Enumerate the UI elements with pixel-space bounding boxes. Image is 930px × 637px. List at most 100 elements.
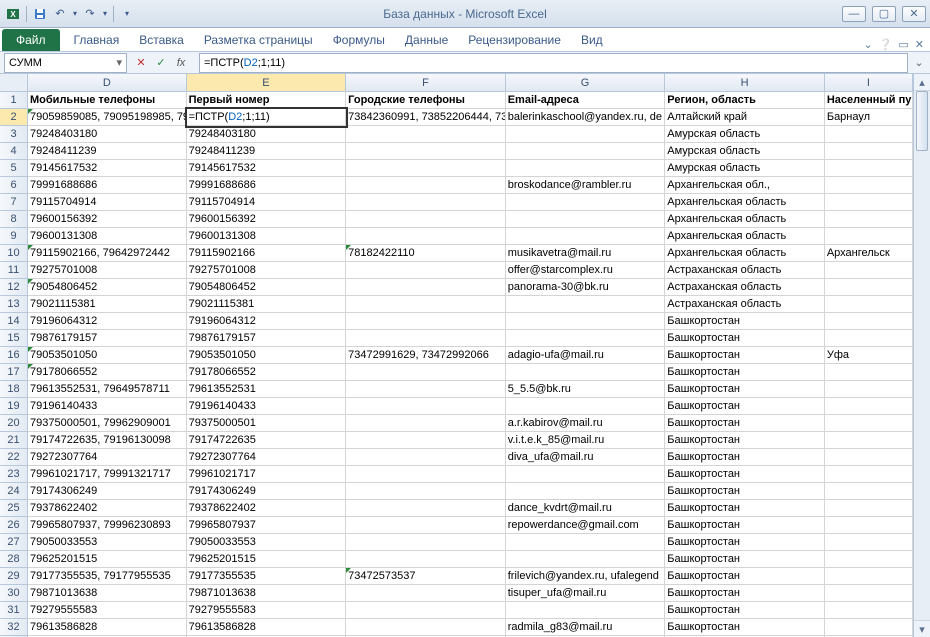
row-header[interactable]: 10 [0,245,28,262]
row-header[interactable]: 11 [0,262,28,279]
ribbon-min-icon[interactable]: ▭ [898,38,908,51]
row-header[interactable]: 24 [0,483,28,500]
row-header[interactable]: 26 [0,517,28,534]
cell[interactable] [346,449,506,466]
cell[interactable]: 79248411239 [28,143,187,160]
cell[interactable]: 79177355535, 79177955535 [28,568,187,585]
cell[interactable] [825,449,913,466]
cell[interactable]: adagio-ufa@mail.ru [506,347,666,364]
ribbon-tab-insert[interactable]: Вставка [129,29,194,51]
row-header[interactable]: 5 [0,160,28,177]
cell[interactable] [825,432,913,449]
cell[interactable]: Архангельская область [665,228,825,245]
cell[interactable]: =ПСТР(D2;1;11) [187,109,347,126]
cell[interactable] [825,126,913,143]
maximize-button[interactable]: ▢ [872,6,896,22]
cell[interactable]: 79279555583 [28,602,187,619]
cell[interactable]: 79174722635 [187,432,347,449]
cell[interactable]: 79378622402 [28,500,187,517]
close-button[interactable]: ✕ [902,6,926,22]
cell[interactable] [506,483,666,500]
cell[interactable]: 79965807937 [187,517,347,534]
cell[interactable]: 79248411239 [187,143,347,160]
cell[interactable] [825,228,913,245]
cell[interactable]: 79613552531, 79649578711 [28,381,187,398]
cell[interactable]: 79174306249 [28,483,187,500]
cell[interactable]: Амурская область [665,143,825,160]
col-header-G[interactable]: G [506,74,666,91]
row-header[interactable]: 28 [0,551,28,568]
cell[interactable] [346,381,506,398]
cell[interactable]: Башкортостан [665,551,825,568]
cell[interactable]: Архангельск [825,245,913,262]
row-header[interactable]: 9 [0,228,28,245]
cell[interactable]: Башкортостан [665,381,825,398]
cell[interactable] [346,143,506,160]
minimize-button[interactable]: — [842,6,866,22]
file-tab[interactable]: Файл [2,29,60,51]
cell[interactable]: 79053501050 [187,347,347,364]
row-header[interactable]: 27 [0,534,28,551]
cell[interactable]: 73472991629, 73472992066 [346,347,506,364]
cell[interactable]: Башкортостан [665,398,825,415]
cell[interactable] [346,466,506,483]
help-icon[interactable]: ❔ [879,38,893,51]
cell[interactable]: 73472573537 [346,568,506,585]
cell[interactable]: Башкортостан [665,517,825,534]
cell[interactable] [346,534,506,551]
cell[interactable] [506,126,666,143]
cell[interactable] [346,517,506,534]
row-header[interactable]: 31 [0,602,28,619]
cell[interactable]: 79021115381 [187,296,347,313]
fx-icon[interactable]: fx [173,55,189,71]
row-header[interactable]: 15 [0,330,28,347]
cell[interactable] [506,194,666,211]
cell[interactable] [506,364,666,381]
redo-dropdown-icon[interactable]: ▾ [101,5,109,23]
cell[interactable]: Уфа [825,347,913,364]
cell[interactable] [825,143,913,160]
cell[interactable]: Амурская область [665,126,825,143]
header-cell[interactable]: Регион, область [665,92,825,109]
cell[interactable]: 79021115381 [28,296,187,313]
cell[interactable] [346,415,506,432]
ribbon-tab-home[interactable]: Главная [64,29,130,51]
cell[interactable]: 79054806452 [187,279,347,296]
row-header[interactable]: 17 [0,364,28,381]
cell[interactable] [346,483,506,500]
ribbon-tab-formulas[interactable]: Формулы [323,29,395,51]
cell[interactable] [346,228,506,245]
cell[interactable] [346,432,506,449]
cell[interactable] [346,126,506,143]
row-header[interactable]: 1 [0,92,28,109]
cell[interactable]: Башкортостан [665,364,825,381]
cell[interactable]: v.i.t.e.k_85@mail.ru [506,432,666,449]
cell[interactable] [506,296,666,313]
cell[interactable]: Башкортостан [665,534,825,551]
cell[interactable] [825,466,913,483]
cell[interactable] [825,177,913,194]
cell[interactable]: Алтайский край [665,109,825,126]
name-box-dropdown-icon[interactable]: ▾ [116,56,122,69]
redo-icon[interactable]: ↷ [81,5,99,23]
cell[interactable]: 79178066552 [187,364,347,381]
cell[interactable]: Архангельская область [665,245,825,262]
row-header[interactable]: 23 [0,466,28,483]
cell[interactable]: 79145617532 [187,160,347,177]
cell[interactable]: 79177355535 [187,568,347,585]
cell[interactable] [346,585,506,602]
excel-icon[interactable]: X [4,5,22,23]
cell[interactable]: 79272307764 [187,449,347,466]
cell[interactable]: Башкортостан [665,330,825,347]
cell[interactable] [825,585,913,602]
cell[interactable] [346,279,506,296]
cell[interactable] [825,534,913,551]
cell[interactable]: 79613586828 [28,619,187,636]
doc-close-icon[interactable]: ✕ [915,38,924,51]
cell[interactable]: 79991688686 [187,177,347,194]
ribbon-tab-review[interactable]: Рецензирование [458,29,571,51]
row-header[interactable]: 6 [0,177,28,194]
cell[interactable]: 79961021717 [187,466,347,483]
col-header-I[interactable]: I [825,74,913,91]
cell[interactable]: 79050033553 [187,534,347,551]
